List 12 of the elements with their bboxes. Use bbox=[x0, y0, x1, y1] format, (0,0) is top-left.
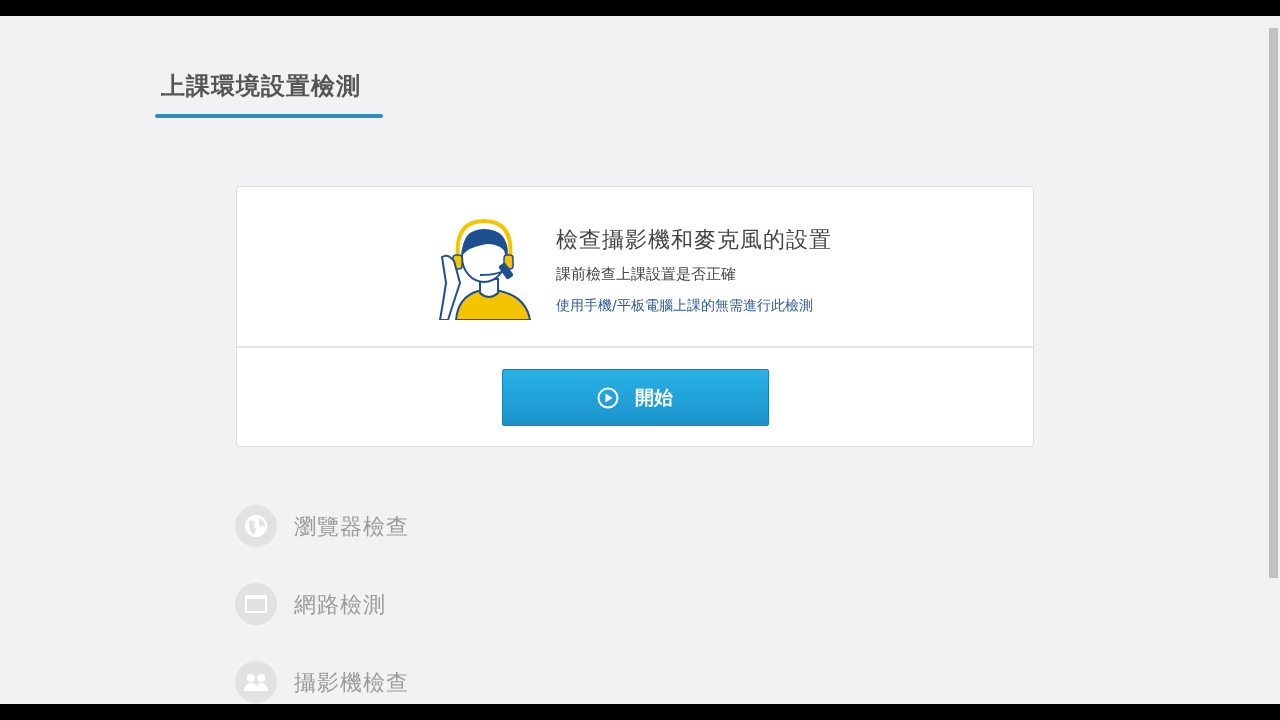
step-label: 瀏覽器檢查 bbox=[294, 512, 409, 541]
page-title: 上課環境設置檢測 bbox=[160, 71, 362, 102]
check-heading: 檢查攝影機和麥克風的設置 bbox=[556, 225, 832, 254]
play-icon bbox=[597, 386, 619, 409]
check-subtitle: 課前檢查上課設置是否正確 bbox=[556, 263, 737, 285]
globe-icon bbox=[235, 505, 277, 547]
mobile-note: 使用手機/平板電腦上課的無需進行此檢測 bbox=[556, 296, 814, 315]
step-label: 攝影機檢查 bbox=[294, 668, 409, 697]
window-icon bbox=[235, 583, 277, 625]
people-icon bbox=[235, 661, 277, 703]
step-label: 網路檢測 bbox=[294, 590, 386, 619]
start-button[interactable]: 開始 bbox=[501, 369, 769, 426]
